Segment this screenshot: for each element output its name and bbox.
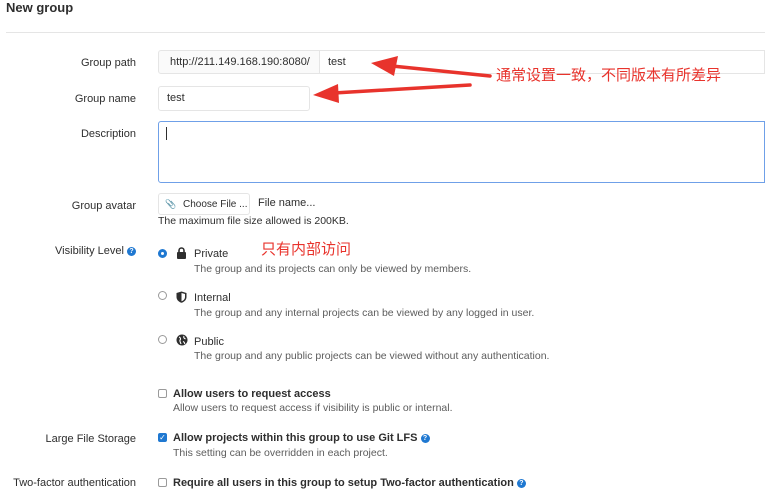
annotation-path-note: 通常设置一致，不同版本有所差异: [496, 67, 722, 84]
annotation-arrow-name: [313, 83, 472, 103]
annotation-arrow-path: [371, 56, 492, 78]
annotation-visibility-note: 只有内部访问: [261, 241, 352, 258]
